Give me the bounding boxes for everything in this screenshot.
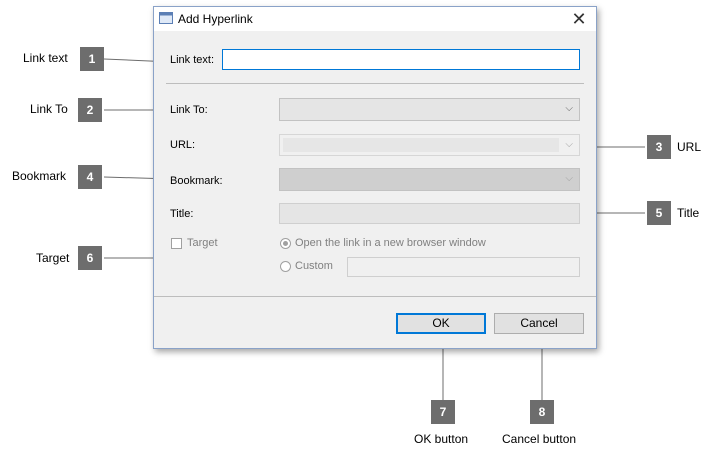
callout-1-text: Link text	[23, 51, 68, 65]
callout-5-badge: 5	[647, 201, 671, 225]
callout-8-badge: 8	[530, 400, 554, 424]
cancel-button[interactable]: Cancel	[494, 313, 584, 334]
custom-radio-label: Custom	[295, 260, 333, 272]
title-label: Title:	[170, 208, 194, 220]
callout-3-badge: 3	[647, 135, 671, 159]
callout-6-badge: 6	[78, 246, 102, 270]
target-checkbox[interactable]	[171, 238, 182, 249]
link-text-input[interactable]	[222, 49, 580, 70]
chevron-down-icon: ⌵	[565, 139, 573, 150]
add-hyperlink-dialog: Add Hyperlink ✕ Link text: Link To: ⌵ UR…	[153, 6, 597, 349]
close-icon[interactable]: ✕	[568, 9, 590, 29]
new-window-radio-label: Open the link in a new browser window	[295, 237, 486, 249]
callout-7-badge: 7	[431, 400, 455, 424]
callout-4-badge: 4	[78, 165, 102, 189]
bookmark-select[interactable]: ⌵	[279, 168, 580, 191]
callout-2-badge: 2	[78, 98, 102, 122]
window-icon	[159, 12, 173, 24]
footer-separator	[154, 296, 596, 297]
ok-button[interactable]: OK	[396, 313, 486, 334]
title-input[interactable]	[279, 203, 580, 224]
title-bar: Add Hyperlink ✕	[154, 7, 596, 31]
url-label: URL:	[170, 139, 196, 151]
dialog-title: Add Hyperlink	[178, 12, 253, 26]
callout-4-text: Bookmark	[12, 169, 67, 183]
url-input[interactable]	[283, 138, 559, 152]
target-label: Target	[187, 237, 218, 249]
callout-5-text: Title	[677, 206, 700, 220]
callout-6-text: Target	[36, 251, 70, 265]
link-to-label: Link To:	[170, 104, 208, 116]
separator	[166, 83, 584, 84]
callout-2-text: Link To	[30, 102, 68, 116]
link-to-select[interactable]: ⌵	[279, 98, 580, 121]
chevron-down-icon: ⌵	[565, 173, 573, 184]
chevron-down-icon: ⌵	[565, 103, 573, 114]
callout-7-text: OK button	[414, 432, 469, 446]
bookmark-label: Bookmark:	[170, 175, 223, 187]
url-combobox[interactable]: ⌵	[279, 134, 580, 156]
callout-3-text: URL	[677, 140, 702, 154]
link-text-label: Link text:	[170, 54, 215, 66]
new-window-radio[interactable]	[280, 238, 291, 249]
callout-8-text: Cancel button	[502, 432, 577, 446]
custom-target-input[interactable]	[347, 257, 580, 277]
custom-radio[interactable]	[280, 261, 291, 272]
callout-1-badge: 1	[80, 47, 104, 71]
